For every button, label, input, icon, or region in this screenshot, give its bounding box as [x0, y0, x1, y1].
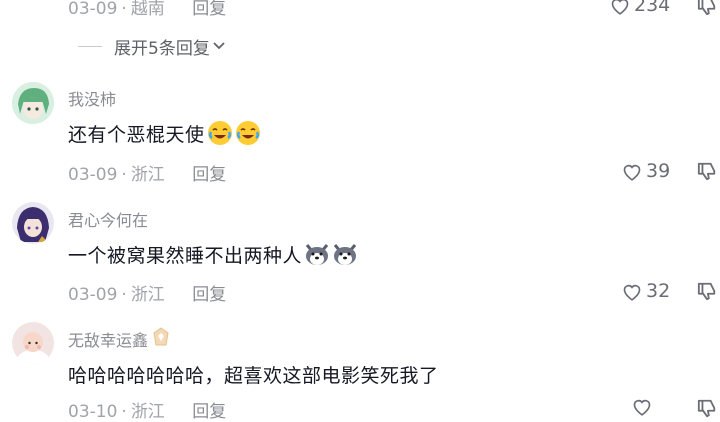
- like-count: 39: [646, 160, 671, 182]
- avatar[interactable]: [12, 202, 54, 244]
- comment-text: 一个被窝果然睡不出两种人: [68, 241, 358, 268]
- dislike-button[interactable]: [696, 161, 718, 181]
- comment-date: 03-09: [68, 285, 118, 305]
- laugh-cry-emoji-icon: [207, 120, 233, 146]
- heart-outline-icon: [632, 397, 652, 416]
- like-button[interactable]: 234: [610, 0, 670, 16]
- comment-text: 哈哈哈哈哈哈哈，超喜欢这部电影笑死我了: [68, 365, 439, 387]
- heart-outline-icon: [622, 162, 642, 181]
- reply-button[interactable]: 回复: [192, 285, 226, 305]
- thumbs-down-icon: [696, 281, 718, 301]
- expand-replies-button[interactable]: 展开5条回复: [78, 34, 226, 59]
- username[interactable]: 君心今何在: [68, 207, 148, 231]
- avatar[interactable]: [12, 82, 54, 124]
- comment-body: 还有个恶棍天使: [68, 124, 205, 146]
- like-button[interactable]: [632, 397, 652, 416]
- comment-meta: 03-09 · 浙江 回复: [68, 165, 227, 185]
- dislike-button[interactable]: [696, 0, 718, 16]
- top-comment-meta: 03-09 · 越南 回复: [68, 0, 227, 19]
- dislike-button[interactable]: [696, 398, 718, 418]
- comment-text: 还有个恶棍天使: [68, 120, 261, 147]
- laugh-cry-emoji-icon: [235, 120, 261, 146]
- username-row: 无敌幸运鑫: [68, 327, 170, 351]
- thumbs-down-icon: [696, 0, 718, 16]
- like-count: 234: [634, 0, 671, 16]
- comment-body: 一个被窝果然睡不出两种人: [68, 245, 303, 267]
- badge-icon: [152, 327, 170, 351]
- expand-divider: [78, 46, 102, 47]
- comment-location: 浙江: [130, 402, 165, 422]
- comment-location: 浙江: [130, 165, 165, 185]
- like-button[interactable]: 32: [622, 280, 670, 302]
- username[interactable]: 我没柿: [68, 86, 116, 110]
- comment-date: 03-09: [68, 165, 118, 185]
- avatar[interactable]: [12, 322, 54, 364]
- thumbs-down-icon: [696, 398, 718, 418]
- like-button[interactable]: 39: [622, 160, 670, 182]
- chevron-down-icon: [212, 37, 226, 57]
- comment-location: 浙江: [130, 285, 165, 305]
- like-count: 32: [646, 280, 671, 302]
- heart-outline-icon: [622, 282, 642, 301]
- expand-label: 展开5条回复: [114, 39, 210, 59]
- dislike-button[interactable]: [696, 281, 718, 301]
- heart-outline-icon: [610, 0, 630, 15]
- husky-emoji-icon: [332, 241, 358, 267]
- comment-location: 越南: [130, 0, 165, 19]
- reply-button[interactable]: 回复: [192, 0, 226, 19]
- comment-date: 03-10: [68, 402, 118, 422]
- reply-button[interactable]: 回复: [192, 165, 226, 185]
- username[interactable]: 无敌幸运鑫: [68, 327, 148, 351]
- thumbs-down-icon: [696, 161, 718, 181]
- comment-date: 03-09: [68, 0, 118, 19]
- husky-emoji-icon: [304, 241, 330, 267]
- comment-meta: 03-10 · 浙江 回复: [68, 402, 227, 422]
- comment-meta: 03-09 · 浙江 回复: [68, 285, 227, 305]
- reply-button[interactable]: 回复: [192, 402, 226, 422]
